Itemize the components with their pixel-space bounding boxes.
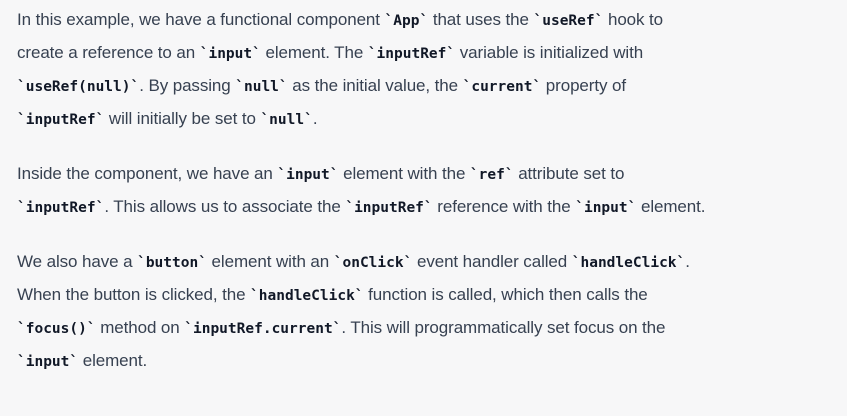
inline-code: `inputRef` [345, 200, 433, 216]
text-segment: element with an [206, 252, 334, 271]
text-segment: event handler called [412, 252, 572, 271]
text-line: `inputRef` will initially be set to `nul… [17, 103, 845, 136]
inline-code: `input` [17, 354, 79, 370]
inline-code: `null` [235, 79, 288, 95]
inline-code: `inputRef` [367, 46, 456, 62]
text-segment: create a reference to an [17, 43, 200, 62]
text-segment: . This allows us to associate the [104, 197, 346, 216]
text-segment: that uses the [428, 10, 534, 29]
text-line: `input` element. [17, 345, 845, 378]
inline-code: `input` [277, 167, 339, 183]
text-line: `useRef(null)`. By passing `null` as the… [17, 70, 845, 103]
text-segment: We also have a [17, 252, 138, 271]
inline-code: `handleClick` [571, 255, 686, 271]
text-segment: hook to [603, 10, 664, 29]
text-segment: element with the [338, 164, 470, 183]
inline-code: `useRef(null)` [17, 79, 140, 95]
text-segment: Inside the component, we have an [17, 164, 278, 183]
text-line: `inputRef`. This allows us to associate … [17, 191, 845, 224]
paragraph: In this example, we have a functional co… [17, 4, 845, 136]
paragraph: Inside the component, we have an `input`… [17, 158, 845, 224]
text-segment: . [312, 109, 318, 128]
text-segment: . This will programmatically set focus o… [341, 318, 666, 337]
inline-code: `input` [199, 46, 261, 62]
text-segment: function is called, which then calls the [363, 285, 648, 304]
inline-code: `inputRef.current` [184, 321, 342, 337]
text-segment: When the button is clicked, the [17, 285, 251, 304]
text-segment: variable is initialized with [455, 43, 644, 62]
inline-code: `handleClick` [250, 288, 364, 304]
text-segment: element. [78, 351, 148, 370]
text-line: `focus()` method on `inputRef.current`. … [17, 312, 845, 345]
text-segment: as the initial value, the [287, 76, 463, 95]
text-line: When the button is clicked, the `handleC… [17, 279, 845, 312]
inline-code: `inputRef` [17, 112, 105, 128]
inline-code: `onClick` [333, 255, 413, 271]
message-content: In this example, we have a functional co… [17, 4, 845, 400]
text-segment: will initially be set to [104, 109, 261, 128]
inline-code: `ref` [469, 167, 514, 183]
paragraph: We also have a `button` element with an … [17, 246, 845, 378]
text-segment: In this example, we have a functional co… [17, 10, 385, 29]
text-line: In this example, we have a functional co… [17, 4, 845, 37]
text-segment: . [685, 252, 690, 271]
inline-code: `useRef` [533, 13, 604, 29]
inline-code: `App` [384, 13, 429, 29]
inline-code: `focus()` [17, 321, 96, 337]
inline-code: `inputRef` [17, 200, 105, 216]
inline-code: `null` [260, 112, 313, 128]
text-line: Inside the component, we have an `input`… [17, 158, 845, 191]
inline-code: `input` [575, 200, 637, 216]
text-segment: reference with the [432, 197, 576, 216]
inline-code: `current` [462, 79, 542, 95]
text-segment: element. [636, 197, 706, 216]
text-segment: attribute set to [513, 164, 625, 183]
text-line: We also have a `button` element with an … [17, 246, 845, 279]
text-line: create a reference to an `input` element… [17, 37, 845, 70]
text-segment: . By passing [139, 76, 236, 95]
inline-code: `button` [137, 255, 207, 271]
text-segment: method on [95, 318, 185, 337]
text-segment: property of [541, 76, 626, 95]
text-segment: element. The [260, 43, 368, 62]
